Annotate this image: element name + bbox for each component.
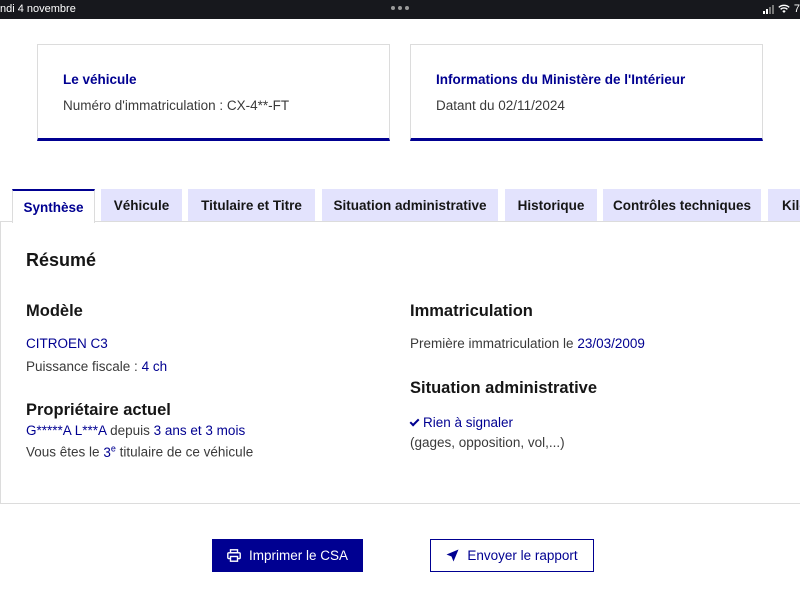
send-icon [446, 549, 459, 562]
cellular-signal-icon [762, 4, 774, 14]
owner-rank-number: 3e [103, 443, 116, 460]
admin-status: Rien à signaler [409, 415, 514, 430]
owner-rank-prefix: Vous êtes le [26, 444, 100, 460]
ministry-card: Informations du Ministère de l'Intérieur… [410, 44, 763, 141]
fiscal-power-label: Puissance fiscale : [26, 359, 138, 374]
admin-details: (gages, opposition, vol,...) [410, 435, 565, 450]
status-indicators: 7 [762, 3, 800, 15]
status-date: ndi 4 novembre [0, 3, 76, 15]
summary-title: Résumé [26, 250, 97, 270]
printer-icon [227, 549, 241, 562]
owner-line: G*****A L***A depuis 3 ans et 3 mois [26, 423, 245, 438]
first-registration-label: Première immatriculation le [410, 336, 574, 351]
tab-synthese[interactable]: Synthèse [12, 189, 95, 223]
send-report-label: Envoyer le rapport [467, 548, 578, 563]
tab-situation-administrative[interactable]: Situation administrative [322, 189, 498, 222]
vehicle-card-title: Le véhicule [63, 72, 137, 87]
synthese-panel: Résumé Modèle CITROEN C3 Puissance fisca… [0, 221, 800, 504]
tab-bar: Synthèse Véhicule Titulaire et Titre Sit… [0, 189, 800, 223]
multitasking-dots[interactable] [391, 6, 409, 10]
tab-historique[interactable]: Historique [505, 189, 597, 222]
admin-status-text: Rien à signaler [423, 415, 514, 430]
send-report-button[interactable]: Envoyer le rapport [430, 539, 594, 572]
tab-kilometrage[interactable]: Kilo [768, 189, 800, 222]
tab-vehicule[interactable]: Véhicule [101, 189, 182, 222]
registration-number: Numéro d'immatriculation : CX-4**-FT [63, 98, 290, 113]
owner-rank-tail: titulaire de ce véhicule [119, 444, 254, 460]
owner-heading: Propriétaire actuel [26, 401, 171, 419]
registration-heading: Immatriculation [410, 302, 533, 320]
tab-titulaire-et-titre[interactable]: Titulaire et Titre [188, 189, 315, 222]
print-csa-button[interactable]: Imprimer le CSA [212, 539, 363, 572]
model-name: CITROEN C3 [26, 336, 108, 351]
data-date: Datant du 02/11/2024 [436, 98, 565, 113]
first-registration: Première immatriculation le 23/03/2009 [410, 336, 645, 351]
owner-since-value: 3 ans et 3 mois [153, 423, 246, 438]
battery-percent: 7 [793, 3, 800, 15]
owner-name: G*****A L***A [26, 423, 107, 438]
admin-heading: Situation administrative [410, 379, 598, 397]
vehicle-card: Le véhicule Numéro d'immatriculation : C… [37, 44, 390, 141]
tab-controles-techniques[interactable]: Contrôles techniques [603, 189, 761, 222]
wifi-icon [778, 4, 790, 13]
check-icon [409, 416, 420, 427]
model-heading: Modèle [26, 302, 83, 320]
owner-rank: Vous êtes le 3e titulaire de ce véhicule [26, 443, 253, 460]
fiscal-power: Puissance fiscale : 4 ch [26, 359, 167, 374]
print-csa-label: Imprimer le CSA [248, 548, 348, 563]
first-registration-date: 23/03/2009 [577, 336, 645, 351]
ministry-card-title: Informations du Ministère de l'Intérieur [436, 72, 686, 87]
owner-since-label: depuis [110, 423, 150, 438]
fiscal-power-value: 4 ch [141, 359, 168, 374]
status-bar: ndi 4 novembre 7 [0, 0, 800, 19]
